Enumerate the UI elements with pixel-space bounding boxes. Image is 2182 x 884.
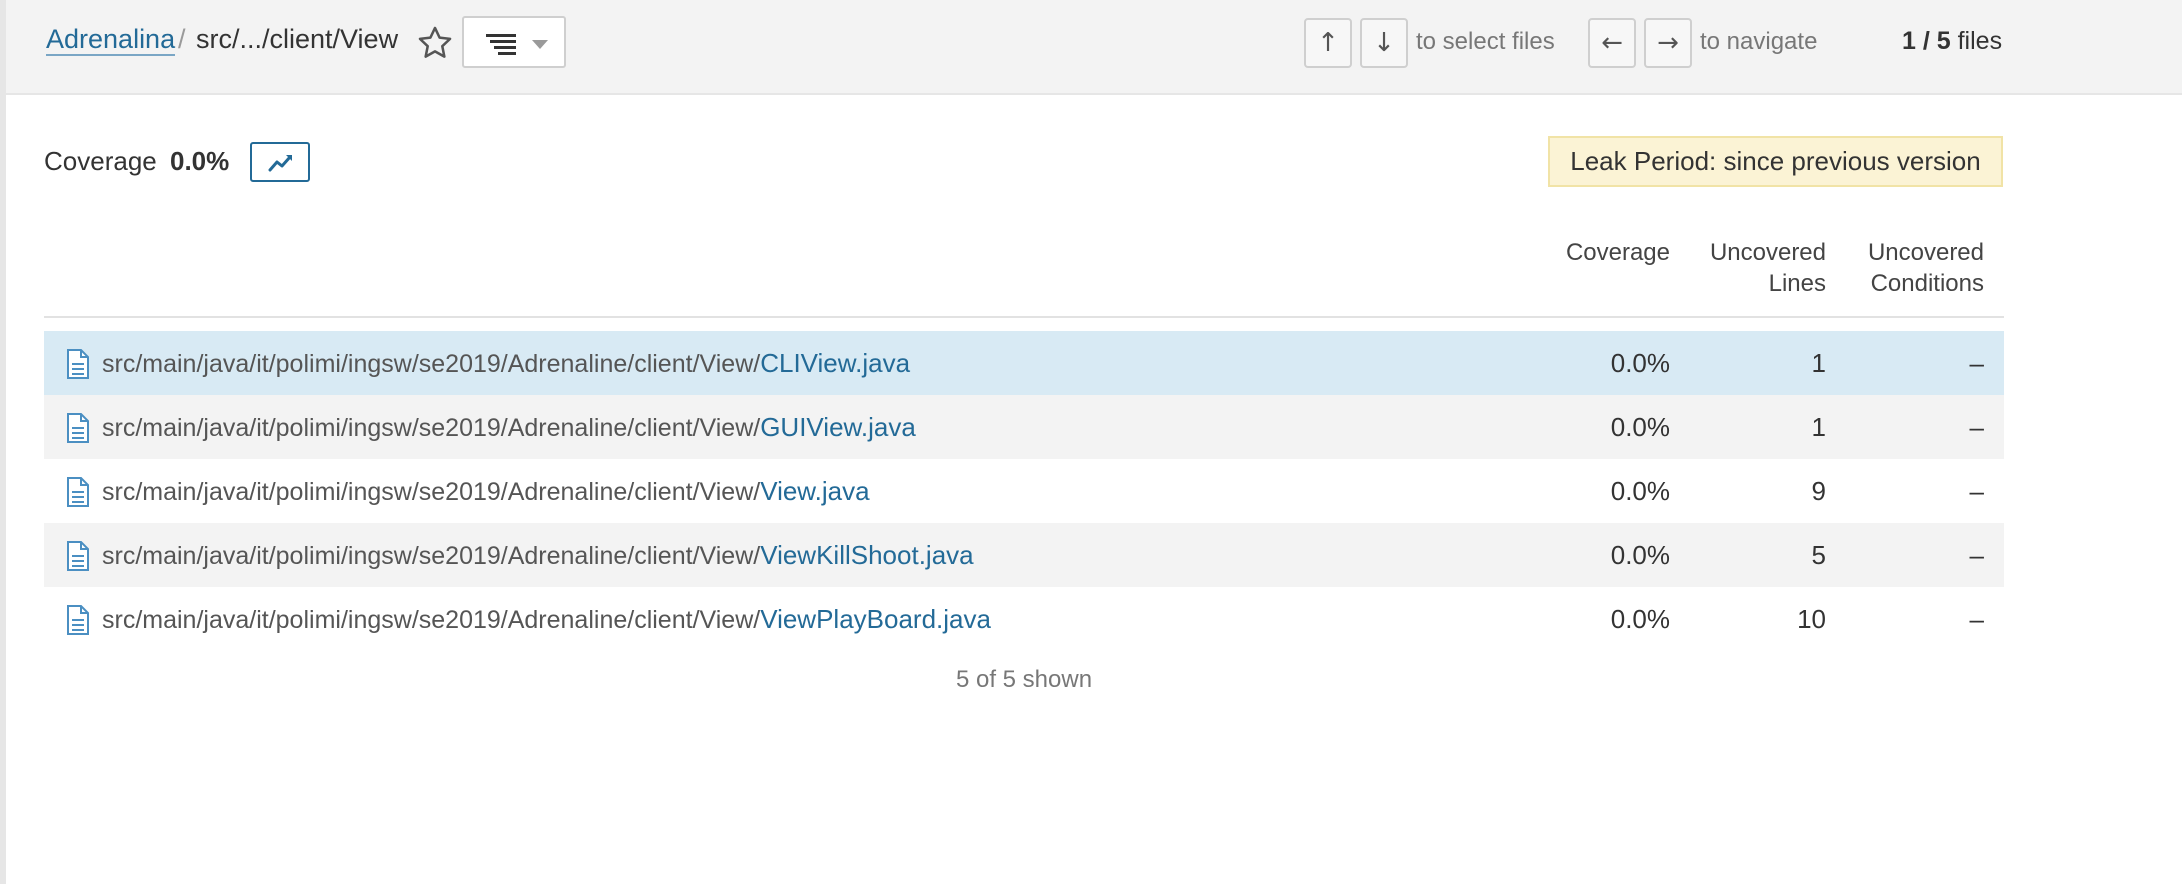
cell-uncovered-conditions: – <box>1969 412 1984 442</box>
trend-chart-icon <box>268 155 292 172</box>
cell-uncovered-conditions: – <box>1969 540 1984 570</box>
breadcrumb-current: src/.../client/View <box>196 24 399 54</box>
chevron-down-icon <box>532 40 548 49</box>
file-directory: src/main/java/it/polimi/ingsw/se2019/Adr… <box>102 414 761 442</box>
file-name-link[interactable]: GUIView.java <box>760 412 916 442</box>
results-count: 5 of 5 shown <box>955 666 1093 693</box>
file-directory: src/main/java/it/polimi/ingsw/se2019/Adr… <box>102 478 761 506</box>
left-border <box>0 0 6 884</box>
column-header-uncovered-conditions[interactable]: Uncovered Conditions <box>1840 237 1984 299</box>
table-row[interactable]: src/main/java/it/polimi/ingsw/se2019/Adr… <box>44 523 2004 587</box>
file-path[interactable]: src/main/java/it/polimi/ingsw/se2019/Adr… <box>102 475 870 508</box>
files-position: 1 / 5 <box>1902 27 1951 55</box>
cell-uncovered-lines[interactable]: 10 <box>1686 603 1826 635</box>
table-row[interactable]: src/main/java/it/polimi/ingsw/se2019/Adr… <box>44 331 2004 395</box>
file-name-link[interactable]: ViewPlayBoard.java <box>760 604 991 634</box>
navigate-back-button[interactable]: ← <box>1588 18 1636 68</box>
cell-uncovered-conditions: – <box>1969 348 1984 378</box>
cell-uncovered-lines[interactable]: 5 <box>1686 539 1826 571</box>
cell-coverage: 0.0% <box>1610 476 1670 506</box>
breadcrumb-project-link[interactable]: Adrenalina <box>46 24 176 56</box>
cell-coverage: 0.0% <box>1610 540 1670 570</box>
cell-uncovered-conditions: – <box>1969 476 1984 506</box>
leak-period-badge: Leak Period: since previous version <box>1548 136 2003 187</box>
view-mode-dropdown[interactable] <box>462 16 566 68</box>
select-files-hint: to select files <box>1416 28 1555 55</box>
select-down-button[interactable]: ↓ <box>1360 18 1408 68</box>
navigate-forward-button[interactable]: → <box>1644 18 1692 68</box>
breadcrumb-separator: / <box>178 24 186 54</box>
file-path[interactable]: src/main/java/it/polimi/ingsw/se2019/Adr… <box>102 539 974 572</box>
file-icon <box>67 541 89 571</box>
column-header-coverage[interactable]: Coverage <box>1540 237 1670 268</box>
cell-coverage: 0.0% <box>1610 412 1670 442</box>
cell-coverage: 0.0% <box>1610 348 1670 378</box>
top-bar: Adrenalina / src/.../client/View ↑ ↓ to … <box>6 0 2182 95</box>
cell-uncovered-lines[interactable]: 9 <box>1686 475 1826 507</box>
star-icon[interactable] <box>416 24 454 62</box>
file-directory: src/main/java/it/polimi/ingsw/se2019/Adr… <box>102 542 761 570</box>
file-icon <box>67 605 89 635</box>
cell-uncovered-lines[interactable]: 1 <box>1686 411 1826 443</box>
coverage-history-button[interactable] <box>250 142 310 182</box>
files-counter: 1 / 5 files <box>1902 26 2002 56</box>
navigate-hint: to navigate <box>1700 28 1818 55</box>
column-header-uncovered-lines[interactable]: Uncovered Lines <box>1680 237 1826 299</box>
files-label: files <box>1957 27 2003 55</box>
file-name-link[interactable]: CLIView.java <box>760 348 910 378</box>
select-up-button[interactable]: ↑ <box>1304 18 1352 68</box>
cell-uncovered-lines[interactable]: 1 <box>1686 347 1826 379</box>
coverage-value: 0.0% <box>170 146 230 176</box>
file-path[interactable]: src/main/java/it/polimi/ingsw/se2019/Adr… <box>102 347 910 380</box>
coverage-label: Coverage <box>44 146 157 176</box>
file-icon <box>67 477 89 507</box>
file-icon <box>67 413 89 443</box>
file-directory: src/main/java/it/polimi/ingsw/se2019/Adr… <box>102 350 761 378</box>
table-row[interactable]: src/main/java/it/polimi/ingsw/se2019/Adr… <box>44 395 2004 459</box>
file-path[interactable]: src/main/java/it/polimi/ingsw/se2019/Adr… <box>102 603 991 636</box>
file-directory: src/main/java/it/polimi/ingsw/se2019/Adr… <box>102 606 761 634</box>
list-view-icon <box>486 34 516 55</box>
file-icon <box>67 349 89 379</box>
cell-coverage: 0.0% <box>1610 604 1670 634</box>
header-divider <box>44 316 2004 318</box>
file-name-link[interactable]: View.java <box>760 476 869 506</box>
table-row[interactable]: src/main/java/it/polimi/ingsw/se2019/Adr… <box>44 459 2004 523</box>
cell-uncovered-conditions: – <box>1969 604 1984 634</box>
file-path[interactable]: src/main/java/it/polimi/ingsw/se2019/Adr… <box>102 411 916 444</box>
table-row[interactable]: src/main/java/it/polimi/ingsw/se2019/Adr… <box>44 587 2004 651</box>
file-name-link[interactable]: ViewKillShoot.java <box>760 540 973 570</box>
